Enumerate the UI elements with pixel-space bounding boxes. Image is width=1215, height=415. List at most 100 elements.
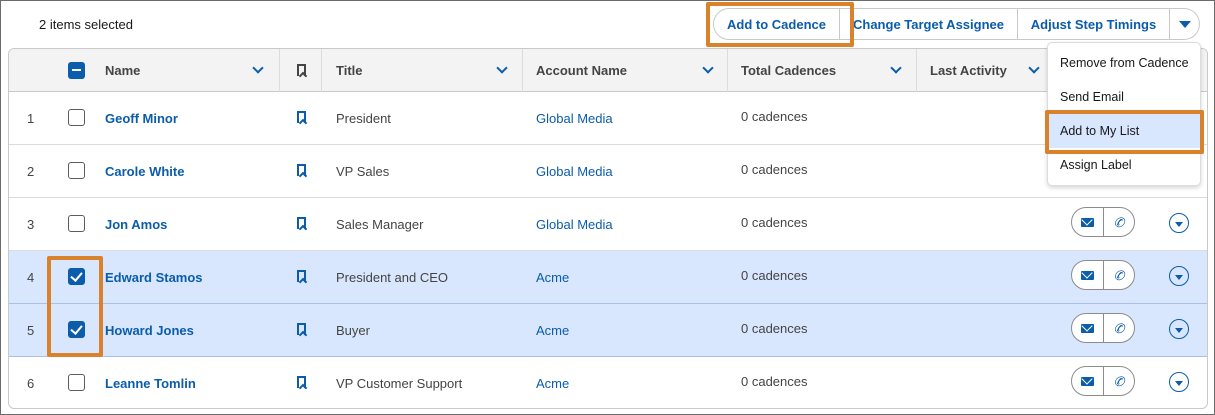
envelope-icon: [1080, 270, 1094, 280]
table-header: Name Title Account Name Total Cadences L…: [9, 49, 1207, 92]
phone-icon: ✆: [1113, 267, 1125, 283]
cadence-targets-table: Name Title Account Name Total Cadences L…: [8, 48, 1208, 409]
column-header-last-activity[interactable]: Last Activity: [930, 49, 1007, 92]
total-cadences: 0 cadences: [741, 267, 808, 283]
contact-title: Sales Manager: [336, 216, 424, 232]
contact-name-link[interactable]: Jon Amos: [105, 198, 167, 250]
row-number: 2: [27, 163, 35, 179]
adjust-step-timings-button[interactable]: Adjust Step Timings: [1018, 8, 1170, 40]
row-select-checkbox[interactable]: [68, 374, 85, 391]
chevron-down-icon: [1175, 221, 1183, 227]
bookmark-icon[interactable]: [297, 111, 306, 123]
contact-name-link[interactable]: Edward Stamos: [105, 251, 203, 303]
bulk-action-button-group: Add to Cadence Change Target Assignee Ad…: [713, 8, 1200, 40]
account-name-link[interactable]: Global Media: [536, 92, 613, 144]
select-all-checkbox[interactable]: [68, 62, 85, 79]
table-row[interactable]: 3 Jon Amos Sales Manager Global Media 0 …: [9, 198, 1207, 251]
row-select-checkbox[interactable]: [68, 109, 85, 126]
row-action-group: ✆: [1071, 313, 1135, 343]
call-button[interactable]: ✆: [1102, 314, 1134, 342]
contact-name-link[interactable]: Carole White: [105, 145, 184, 197]
row-menu-button[interactable]: [1169, 213, 1189, 233]
account-name-link[interactable]: Acme: [536, 304, 569, 356]
chevron-down-icon: [1175, 327, 1183, 333]
menu-item-send-email[interactable]: Send Email: [1048, 80, 1200, 114]
bookmark-header-icon: [297, 64, 306, 76]
phone-icon: ✆: [1113, 214, 1125, 230]
total-cadences: 0 cadences: [741, 214, 808, 230]
envelope-icon: [1080, 217, 1094, 227]
chevron-down-icon: [1175, 274, 1183, 280]
column-header-name[interactable]: Name: [105, 49, 140, 92]
table-row[interactable]: 5 Howard Jones Buyer Acme 0 cadences ✆: [9, 304, 1207, 357]
total-cadences: 0 cadences: [741, 320, 808, 336]
bookmark-icon[interactable]: [297, 376, 306, 388]
bookmark-icon[interactable]: [297, 164, 306, 176]
cadences-column-chevron-icon[interactable]: [890, 62, 902, 74]
row-number: 4: [27, 269, 35, 285]
add-to-cadence-button[interactable]: Add to Cadence: [713, 8, 840, 40]
table-row[interactable]: 4 Edward Stamos President and CEO Acme 0…: [9, 251, 1207, 304]
activity-column-chevron-icon[interactable]: [1028, 62, 1040, 74]
contact-name-link[interactable]: Geoff Minor: [105, 92, 178, 144]
row-select-checkbox[interactable]: [68, 215, 85, 232]
row-action-group: ✆: [1071, 260, 1135, 290]
call-button[interactable]: ✆: [1102, 208, 1134, 236]
email-button[interactable]: [1072, 367, 1103, 395]
menu-item-add-to-my-list[interactable]: Add to My List: [1048, 114, 1200, 148]
more-actions-button[interactable]: [1170, 8, 1200, 40]
row-menu-button[interactable]: [1169, 372, 1189, 392]
total-cadences: 0 cadences: [741, 108, 808, 124]
row-number: 5: [27, 322, 35, 338]
email-button[interactable]: [1072, 208, 1103, 236]
row-action-group: ✆: [1071, 207, 1135, 237]
contact-title: President and CEO: [336, 269, 449, 285]
column-header-title[interactable]: Title: [336, 49, 363, 92]
total-cadences: 0 cadences: [741, 373, 808, 389]
email-button[interactable]: [1072, 314, 1103, 342]
contact-name-link[interactable]: Leanne Tomlin: [105, 357, 196, 408]
bookmark-icon[interactable]: [297, 323, 306, 335]
row-select-checkbox[interactable]: [68, 321, 85, 338]
total-cadences: 0 cadences: [741, 161, 808, 177]
table-row[interactable]: 6 Leanne Tomlin VP Customer Support Acme…: [9, 357, 1207, 408]
account-name-link[interactable]: Global Media: [536, 198, 613, 250]
contact-title: Buyer: [336, 322, 370, 338]
phone-icon: ✆: [1113, 373, 1125, 389]
caret-down-icon: [1178, 20, 1191, 28]
menu-item-remove-from-cadence[interactable]: Remove from Cadence: [1048, 46, 1200, 80]
change-target-assignee-button[interactable]: Change Target Assignee: [840, 8, 1018, 40]
account-column-chevron-icon[interactable]: [702, 62, 714, 74]
contact-title: President: [336, 110, 391, 126]
account-name-link[interactable]: Acme: [536, 357, 569, 408]
row-select-checkbox[interactable]: [68, 162, 85, 179]
selected-count: 2 items selected: [39, 17, 133, 32]
menu-item-assign-label[interactable]: Assign Label: [1048, 148, 1200, 182]
row-number: 6: [27, 375, 35, 391]
name-column-chevron-icon[interactable]: [252, 62, 264, 74]
title-column-chevron-icon[interactable]: [496, 62, 508, 74]
contact-title: VP Sales: [336, 163, 390, 179]
column-header-account[interactable]: Account Name: [536, 49, 627, 92]
account-name-link[interactable]: Global Media: [536, 145, 613, 197]
bookmark-icon[interactable]: [297, 217, 306, 229]
row-select-checkbox[interactable]: [68, 268, 85, 285]
row-menu-button[interactable]: [1169, 266, 1189, 286]
account-name-link[interactable]: Acme: [536, 251, 569, 303]
call-button[interactable]: ✆: [1102, 261, 1134, 289]
call-button[interactable]: ✆: [1102, 367, 1134, 395]
email-button[interactable]: [1072, 261, 1103, 289]
row-menu-button[interactable]: [1169, 319, 1189, 339]
more-actions-menu: Remove from Cadence Send Email Add to My…: [1047, 42, 1201, 186]
table-row[interactable]: 2 Carole White VP Sales Global Media 0 c…: [9, 145, 1207, 198]
row-number: 1: [27, 110, 35, 126]
column-header-total-cadences[interactable]: Total Cadences: [741, 49, 836, 92]
envelope-icon: [1080, 376, 1094, 386]
phone-icon: ✆: [1113, 320, 1125, 336]
chevron-down-icon: [1175, 380, 1183, 386]
bookmark-icon[interactable]: [297, 270, 306, 282]
contact-title: VP Customer Support: [336, 375, 463, 391]
table-row[interactable]: 1 Geoff Minor President Global Media 0 c…: [9, 92, 1207, 145]
row-action-group: ✆: [1071, 366, 1135, 396]
contact-name-link[interactable]: Howard Jones: [105, 304, 194, 356]
